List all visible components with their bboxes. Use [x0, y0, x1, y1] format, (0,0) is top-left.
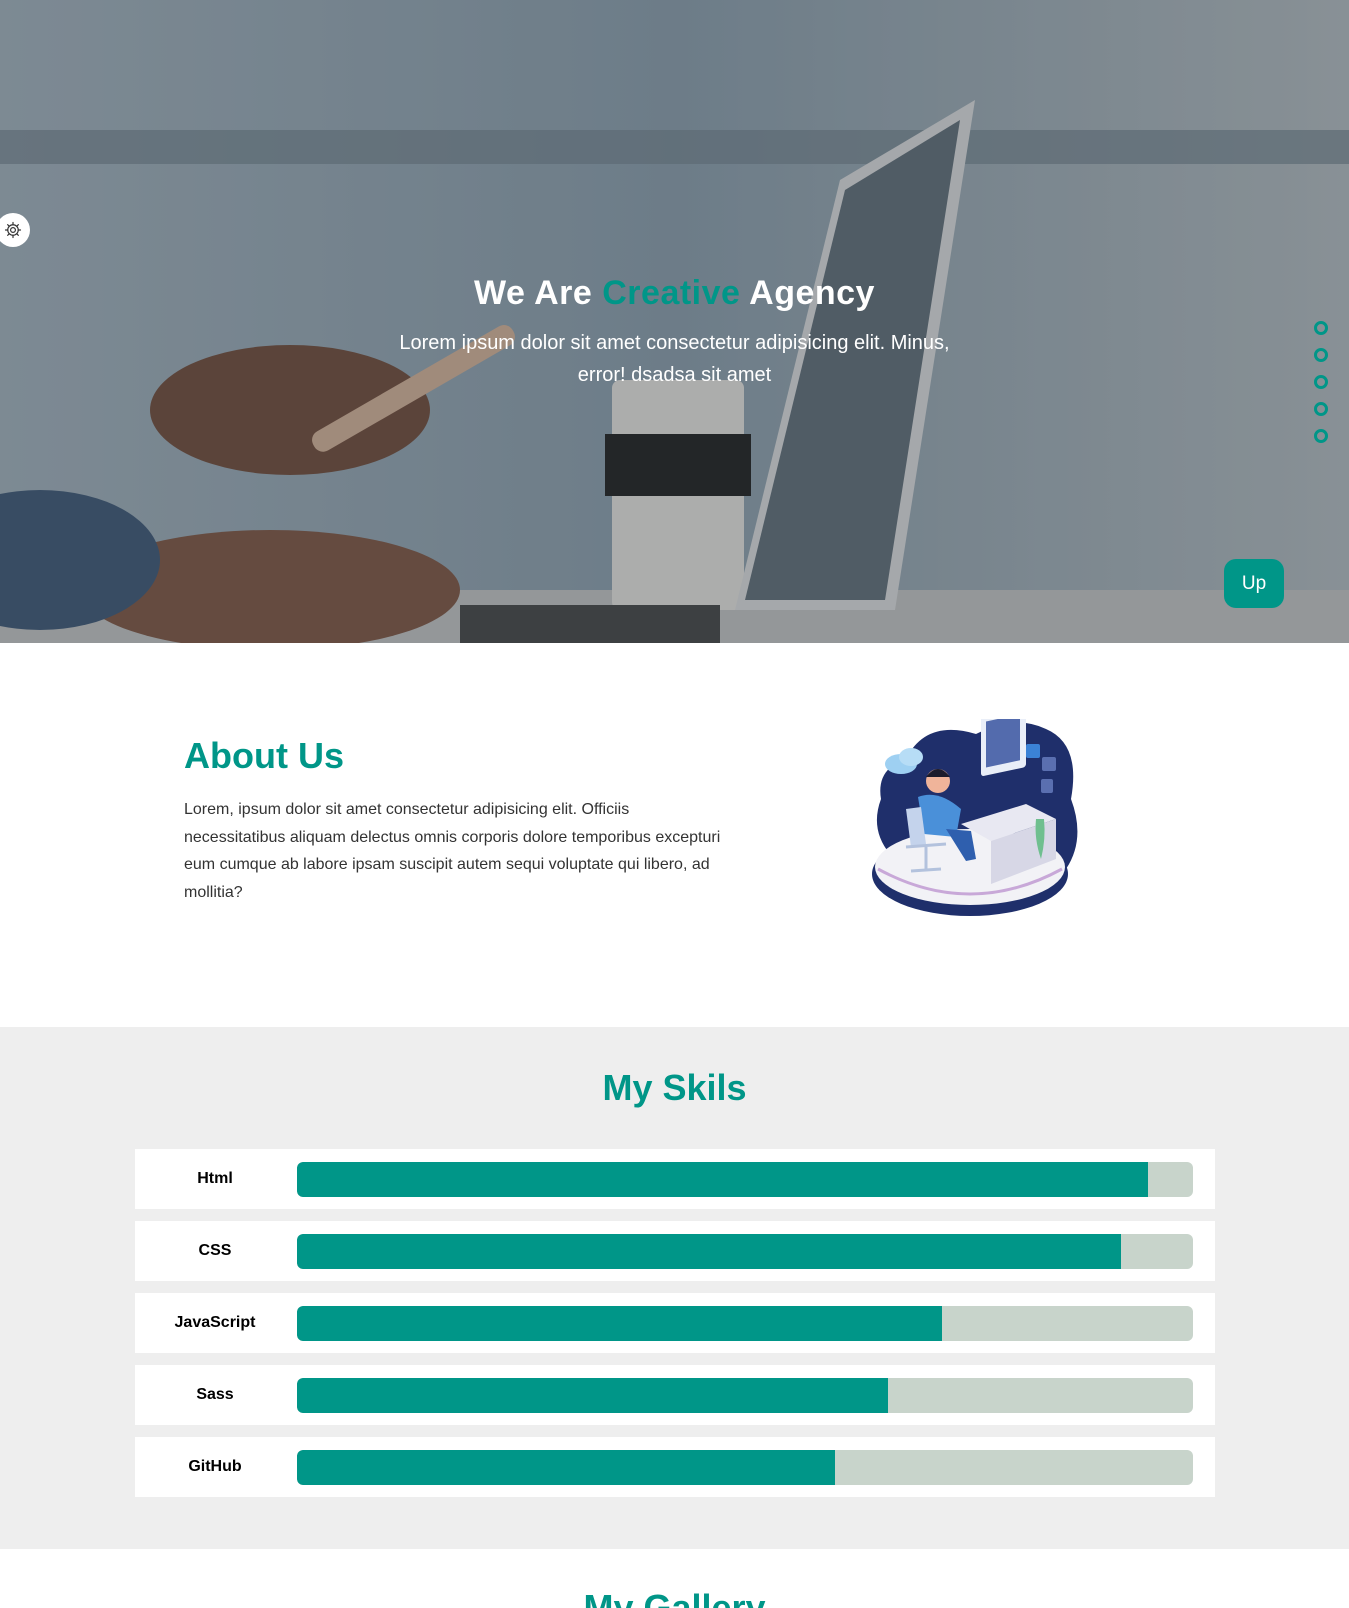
hero-title: We Are Creative Agency [0, 274, 1349, 313]
skills-title: My Skils [602, 1067, 747, 1108]
skill-row: JavaScript [135, 1293, 1215, 1353]
about-text: Lorem, ipsum dolor sit amet consectetur … [184, 801, 721, 901]
about-title: About Us [184, 735, 344, 776]
section-nav-bullets [1314, 321, 1328, 456]
skill-progress-track [297, 1234, 1193, 1269]
scroll-up-button[interactable]: Up [1224, 559, 1284, 608]
skills-section: My Skils Html CSS JavaScript Sass GitHub [0, 1027, 1349, 1549]
gallery-section: My Gallery [0, 1549, 1349, 1608]
about-section: About Us Lorem, ipsum dolor sit amet con… [0, 643, 1349, 1027]
hero-section: We Are Creative Agency Lorem ipsum dolor… [0, 0, 1349, 643]
hero-title-part2: Agency [740, 274, 875, 312]
skill-name: CSS [198, 1242, 232, 1259]
skill-progress-track [297, 1378, 1193, 1413]
skill-name: JavaScript [174, 1314, 256, 1331]
skill-progress-track [297, 1306, 1193, 1341]
developer-illustration [872, 719, 1078, 916]
hero-title-part1: We Are [474, 274, 603, 312]
gear-icon [4, 221, 22, 239]
skill-row: GitHub [135, 1437, 1215, 1497]
hero-subtitle: Lorem ipsum dolor sit amet consectetur a… [399, 332, 950, 386]
skill-progress-fill [297, 1162, 1149, 1197]
skill-name: GitHub [188, 1458, 242, 1475]
skill-progress-track [297, 1450, 1193, 1485]
skill-row: Html [135, 1149, 1215, 1209]
skill-name: Sass [196, 1386, 234, 1403]
nav-bullet-3[interactable] [1314, 375, 1328, 389]
skill-progress-fill [297, 1450, 835, 1485]
skill-row: CSS [135, 1221, 1215, 1281]
nav-bullet-1[interactable] [1314, 321, 1328, 335]
skill-row: Sass [135, 1365, 1215, 1425]
skill-progress-fill [297, 1378, 889, 1413]
hero-content: We Are Creative Agency Lorem ipsum dolor… [0, 274, 1349, 391]
skill-name: Html [197, 1170, 233, 1187]
nav-bullet-5[interactable] [1314, 429, 1328, 443]
nav-bullet-2[interactable] [1314, 348, 1328, 362]
nav-bullet-4[interactable] [1314, 402, 1328, 416]
skill-progress-track [297, 1162, 1193, 1197]
skill-progress-fill [297, 1306, 943, 1341]
skill-progress-fill [297, 1234, 1122, 1269]
hero-title-accent: Creative [602, 274, 741, 312]
gallery-title: My Gallery [583, 1587, 766, 1608]
